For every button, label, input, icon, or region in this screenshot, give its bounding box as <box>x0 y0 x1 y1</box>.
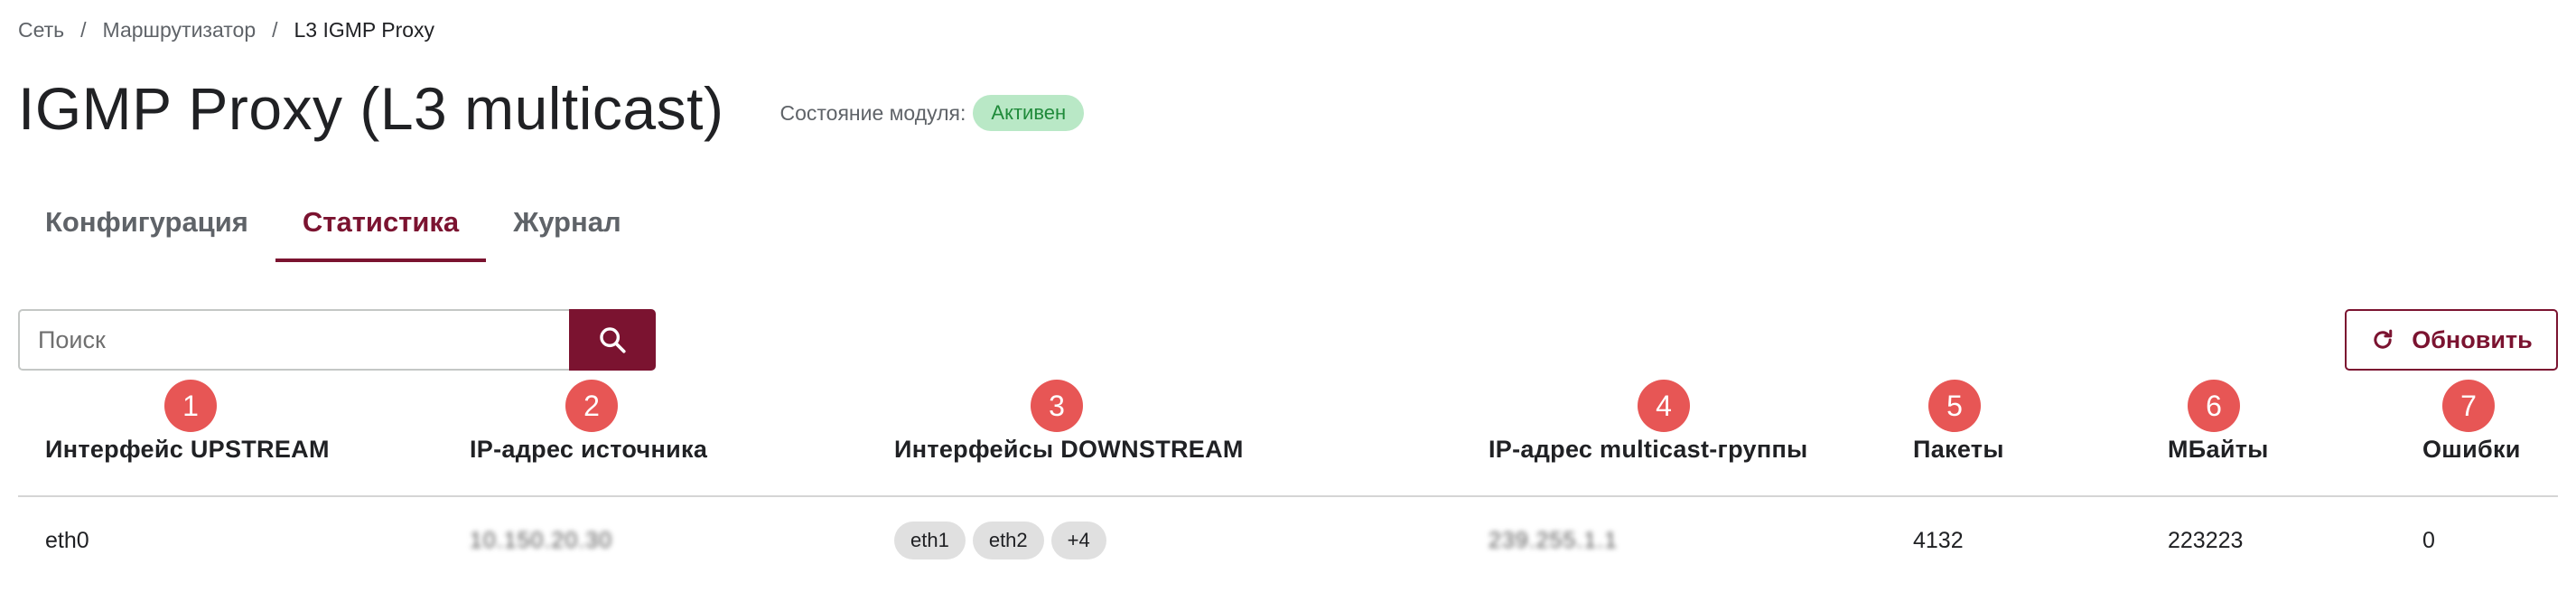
column-label: Интерфейс UPSTREAM <box>45 436 330 463</box>
breadcrumb-item-router[interactable]: Маршрутизатор <box>103 18 257 42</box>
interface-chip[interactable]: eth1 <box>894 522 966 559</box>
refresh-button[interactable]: Обновить <box>2345 309 2558 371</box>
interface-chip[interactable]: eth2 <box>972 522 1044 559</box>
refresh-icon <box>2374 329 2393 349</box>
table-header: 1 Интерфейс UPSTREAM 2 IP-адрес источник… <box>18 380 2558 497</box>
column-label: Интерфейсы DOWNSTREAM <box>894 436 1244 463</box>
column-marker: 5 <box>1928 380 1981 432</box>
column-marker: 1 <box>164 380 217 432</box>
column-label: IP-адрес источника <box>470 436 708 463</box>
breadcrumb-separator: / <box>80 18 87 42</box>
refresh-button-label: Обновить <box>2412 325 2533 353</box>
column-label: МБайты <box>2168 436 2269 463</box>
column-label: IP-адрес multicast-группы <box>1489 436 1808 463</box>
column-marker: 3 <box>1031 380 1083 432</box>
column-marker: 4 <box>1638 380 1690 432</box>
breadcrumb-separator: / <box>272 18 278 42</box>
search-input[interactable] <box>18 309 569 371</box>
breadcrumb-item-network[interactable]: Сеть <box>18 18 64 42</box>
page-header: IGMP Proxy (L3 multicast) Состояние моду… <box>18 74 1085 143</box>
module-state-label: Состояние модуля: <box>779 100 966 125</box>
cell-mbytes: 223223 <box>2168 527 2244 553</box>
column-marker: 2 <box>565 380 618 432</box>
cell-source-ip: 10.150.20.30 <box>470 527 612 553</box>
tab-log[interactable]: Журнал <box>486 193 648 262</box>
status-badge: Активен <box>973 95 1085 131</box>
cell-packets: 4132 <box>1913 527 1964 553</box>
module-state: Состояние модуля: Активен <box>779 95 1085 131</box>
search-icon <box>600 327 626 353</box>
breadcrumb: Сеть / Маршрутизатор / L3 IGMP Proxy <box>18 18 434 42</box>
search-button[interactable] <box>569 309 656 371</box>
page-title: IGMP Proxy (L3 multicast) <box>18 75 724 142</box>
breadcrumb-item-current: L3 IGMP Proxy <box>294 18 435 42</box>
tab-statistics[interactable]: Статистика <box>275 193 487 262</box>
cell-group-ip: 239.255.1.1 <box>1489 527 1619 553</box>
search-bar <box>18 309 656 371</box>
cell-upstream: eth0 <box>45 527 89 553</box>
column-label: Пакеты <box>1913 436 2004 463</box>
column-label: Ошибки <box>2422 436 2521 463</box>
tab-configuration[interactable]: Конфигурация <box>18 193 275 262</box>
more-interfaces-chip[interactable]: +4 <box>1050 522 1106 559</box>
cell-downstream: eth1 eth2 +4 <box>894 499 1114 582</box>
column-marker: 6 <box>2188 380 2240 432</box>
tabs: Конфигурация Статистика Журнал <box>18 193 649 262</box>
column-marker: 7 <box>2442 380 2495 432</box>
cell-errors: 0 <box>2422 527 2435 553</box>
table-row[interactable]: eth0 10.150.20.30 eth1 eth2 +4 239.255.1… <box>18 499 2558 582</box>
